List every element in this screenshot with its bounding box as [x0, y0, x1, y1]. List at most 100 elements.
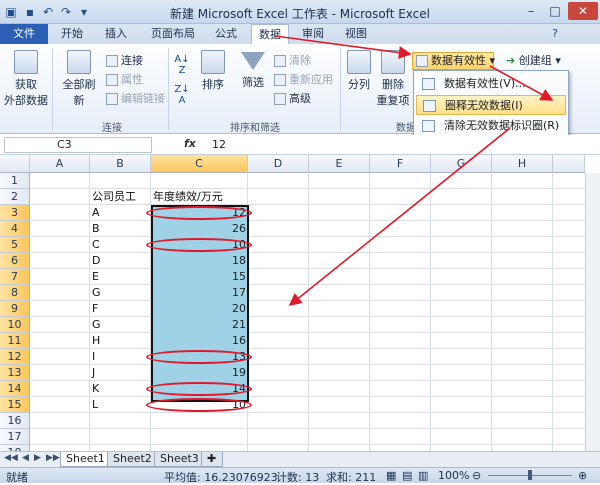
- row-header[interactable]: 5: [0, 237, 30, 253]
- help-icon[interactable]: ?: [548, 24, 562, 44]
- employee-cell[interactable]: G: [92, 317, 101, 333]
- minimize-button[interactable]: –: [520, 2, 542, 20]
- tab-page-layout[interactable]: 页面布局: [145, 24, 201, 44]
- zoom-out-icon[interactable]: ⊖: [472, 469, 481, 482]
- performance-cell[interactable]: 15: [151, 269, 246, 285]
- employee-cell[interactable]: E: [92, 269, 99, 285]
- employee-cell[interactable]: B: [92, 221, 100, 237]
- row-header[interactable]: 17: [0, 429, 30, 445]
- performance-cell[interactable]: 18: [151, 253, 246, 269]
- employee-cell[interactable]: C: [92, 237, 100, 253]
- menu-item-data-validation[interactable]: 数据有效性(V)...: [416, 74, 566, 94]
- create-group-button[interactable]: ➔ 创建组 ▾: [506, 52, 561, 68]
- connections-button[interactable]: 连接: [106, 52, 143, 68]
- employee-cell[interactable]: F: [92, 301, 98, 317]
- employee-cell[interactable]: G: [92, 285, 101, 301]
- tab-insert[interactable]: 插入: [100, 24, 132, 44]
- get-external-data-button[interactable]: 获取 外部数据: [4, 50, 48, 108]
- first-sheet-nav-icon[interactable]: ◀◀: [4, 453, 18, 463]
- employee-cell[interactable]: I: [92, 349, 95, 365]
- tab-formulas[interactable]: 公式: [210, 24, 242, 44]
- properties-button[interactable]: 属性: [106, 71, 143, 87]
- remove-duplicates-button[interactable]: 删除 重复项: [376, 50, 410, 108]
- tab-data[interactable]: 数据: [251, 24, 289, 45]
- sheet-tab[interactable]: Sheet3: [154, 452, 205, 467]
- row-header[interactable]: 3: [0, 205, 30, 221]
- advanced-filter-button[interactable]: 高级: [274, 90, 311, 106]
- employee-cell[interactable]: J: [92, 365, 95, 381]
- column-header[interactable]: G: [431, 155, 492, 173]
- employee-cell[interactable]: L: [92, 397, 98, 413]
- zoom-in-icon[interactable]: ⊕: [578, 469, 587, 482]
- data-validation-button[interactable]: 数据有效性 ▾: [412, 52, 495, 70]
- employee-cell[interactable]: K: [92, 381, 99, 397]
- formula-input[interactable]: 12: [212, 138, 226, 151]
- sort-descending-icon[interactable]: Z↓ A: [172, 84, 192, 106]
- row-header[interactable]: 7: [0, 269, 30, 285]
- row-header[interactable]: 1: [0, 173, 30, 189]
- column-header[interactable]: E: [309, 155, 370, 173]
- header-cell-employee[interactable]: 公司员工: [92, 189, 136, 205]
- column-header[interactable]: [553, 155, 585, 173]
- performance-cell[interactable]: 20: [151, 301, 246, 317]
- column-header[interactable]: B: [90, 155, 151, 173]
- sheet-tab[interactable]: Sheet1: [60, 452, 111, 467]
- employee-cell[interactable]: A: [92, 205, 100, 221]
- row-header[interactable]: 12: [0, 349, 30, 365]
- name-box[interactable]: C3: [4, 137, 152, 153]
- column-header[interactable]: H: [492, 155, 553, 173]
- column-header[interactable]: D: [248, 155, 309, 173]
- page-break-view-icon[interactable]: ▥: [418, 469, 428, 482]
- row-header[interactable]: 16: [0, 413, 30, 429]
- sort-button[interactable]: 排序: [196, 50, 230, 92]
- column-header[interactable]: C: [151, 155, 248, 173]
- employee-cell[interactable]: D: [92, 253, 100, 269]
- menu-item-circle-invalid-data[interactable]: 圈释无效数据(I): [416, 95, 566, 115]
- row-header[interactable]: 11: [0, 333, 30, 349]
- insert-sheet-icon[interactable]: ✚: [201, 452, 223, 467]
- header-cell-performance[interactable]: 年度绩效/万元: [153, 189, 223, 205]
- column-header[interactable]: F: [370, 155, 431, 173]
- maximize-button[interactable]: □: [544, 2, 566, 20]
- row-header[interactable]: 15: [0, 397, 30, 413]
- worksheet-grid[interactable]: A B C D E F G H 1 2 3 4 5 6 7 8 9 10 11 12 13 14 15 16 1…: [0, 155, 600, 461]
- column-header[interactable]: A: [30, 155, 90, 173]
- performance-cell[interactable]: 21: [151, 317, 246, 333]
- edit-links-button[interactable]: 编辑链接: [106, 90, 165, 106]
- sheet-tab[interactable]: Sheet2: [107, 452, 158, 467]
- filter-button[interactable]: 筛选: [236, 50, 270, 90]
- employee-cell[interactable]: H: [92, 333, 100, 349]
- tab-file[interactable]: 文件: [0, 24, 48, 44]
- refresh-all-button[interactable]: 全部刷新: [58, 50, 100, 108]
- tab-home[interactable]: 开始: [56, 24, 88, 44]
- next-sheet-nav-icon[interactable]: ▶: [34, 453, 41, 463]
- page-layout-view-icon[interactable]: ▤: [402, 469, 412, 482]
- normal-view-icon[interactable]: ▦: [386, 469, 396, 482]
- performance-cell[interactable]: 17: [151, 285, 246, 301]
- zoom-slider-thumb[interactable]: [528, 470, 532, 480]
- menu-item-clear-validation-circles[interactable]: 清除无效数据标识圈(R): [416, 116, 566, 136]
- sort-ascending-icon[interactable]: A↓ Z: [172, 54, 192, 76]
- performance-cell[interactable]: 26: [151, 221, 246, 237]
- vertical-scrollbar[interactable]: [585, 173, 600, 451]
- performance-cell[interactable]: 16: [151, 333, 246, 349]
- row-header[interactable]: 6: [0, 253, 30, 269]
- row-header[interactable]: 8: [0, 285, 30, 301]
- row-header[interactable]: 13: [0, 365, 30, 381]
- last-sheet-nav-icon[interactable]: ▶▶: [46, 453, 60, 463]
- prev-sheet-nav-icon[interactable]: ◀: [22, 453, 29, 463]
- row-header[interactable]: 14: [0, 381, 30, 397]
- tab-review[interactable]: 审阅: [297, 24, 329, 44]
- clear-filter-button[interactable]: 清除: [274, 52, 311, 68]
- text-to-columns-button[interactable]: 分列: [344, 50, 374, 92]
- zoom-level[interactable]: 100%: [438, 469, 469, 482]
- insert-function-icon[interactable]: fx: [184, 137, 196, 150]
- row-header[interactable]: 9: [0, 301, 30, 317]
- row-header[interactable]: 10: [0, 317, 30, 333]
- tab-view[interactable]: 视图: [340, 24, 372, 44]
- row-header[interactable]: 2: [0, 189, 30, 205]
- performance-cell[interactable]: 19: [151, 365, 246, 381]
- reapply-button[interactable]: 重新应用: [274, 71, 333, 87]
- close-button[interactable]: ✕: [568, 2, 598, 20]
- select-all-corner[interactable]: [0, 155, 30, 173]
